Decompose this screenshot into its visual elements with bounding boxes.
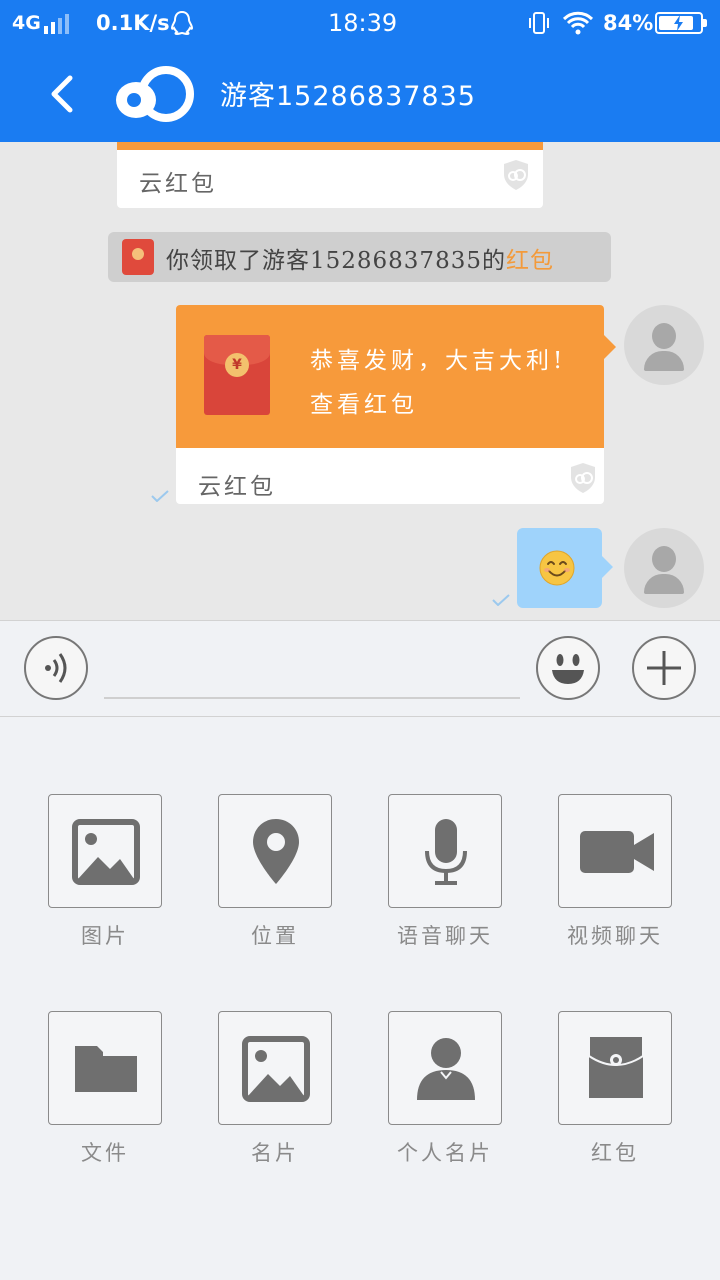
red-packet-icon (588, 1035, 644, 1098)
shield-icon (504, 160, 528, 190)
card-footer-label: 云红包 (139, 171, 217, 197)
red-packet-greeting: 恭喜发财，大吉大利! (310, 348, 567, 374)
view-red-packet-link[interactable]: 查看红包 (310, 385, 418, 419)
red-packet-button[interactable] (558, 1011, 672, 1125)
tool-video-chat[interactable]: 视频聊天 (558, 794, 672, 950)
more-options-button[interactable] (632, 636, 696, 700)
red-packet-message[interactable]: ¥ 恭喜发财，大吉大利! 查看红包 云红包 (176, 305, 604, 504)
sent-check-icon (151, 490, 169, 502)
tool-location[interactable]: 位置 (218, 794, 332, 950)
red-packet-footer-label: 云红包 (198, 474, 276, 500)
tool-file[interactable]: 文件 (48, 1011, 162, 1167)
plus-icon (647, 651, 681, 685)
bubble-tail (604, 335, 616, 359)
input-bar (0, 620, 720, 717)
person-icon (417, 1038, 475, 1100)
business-card-button[interactable] (218, 1011, 332, 1125)
sent-check-icon (492, 594, 510, 606)
tool-voice-chat[interactable]: 语音聊天 (388, 794, 502, 950)
message-input[interactable] (104, 651, 520, 699)
location-button[interactable] (218, 794, 332, 908)
wifi-icon (562, 11, 594, 35)
yuan-coin-icon: ¥ (225, 353, 249, 377)
voice-chat-button[interactable] (388, 794, 502, 908)
network-type: 4G (12, 12, 41, 34)
avatar[interactable] (624, 528, 704, 608)
red-packet-small-icon (122, 239, 154, 275)
smiling-face-icon (539, 550, 575, 586)
personal-card-button[interactable] (388, 1011, 502, 1125)
file-button[interactable] (48, 1011, 162, 1125)
image-icon (242, 1036, 310, 1102)
red-packet-body[interactable]: ¥ 恭喜发财，大吉大利! 查看红包 (176, 305, 604, 448)
message-list[interactable]: 云红包 你领取了游客15286837835的红包 ¥ 恭喜发财，大吉大利! 查看… (0, 142, 720, 620)
avatar[interactable] (624, 305, 704, 385)
signal-icon (44, 12, 80, 34)
network-speed: 0.1K/s (96, 11, 170, 35)
system-notice-text: 你领取了游客15286837835的红包 (166, 248, 554, 274)
tool-label: 视频聊天 (567, 924, 663, 948)
attachment-panel: 图片 位置 语音聊天 视频聊天 文件 名片 个人名片 红包 (0, 717, 720, 1280)
clock: 18:39 (328, 9, 398, 37)
image-icon (72, 819, 140, 885)
red-envelope-icon: ¥ (204, 335, 270, 415)
qq-icon (170, 10, 194, 36)
battery-icon (655, 12, 707, 34)
status-bar: 4G 0.1K/s 18:39 84% (0, 0, 720, 46)
shield-icon (571, 463, 595, 493)
app-logo-icon (116, 66, 194, 122)
folder-icon (75, 1046, 137, 1092)
smiley-icon (552, 654, 584, 684)
red-packet-card-partial[interactable]: 云红包 (117, 142, 543, 208)
location-pin-icon (253, 819, 299, 884)
emoji-button[interactable] (536, 636, 600, 700)
video-chat-button[interactable] (558, 794, 672, 908)
tool-business-card[interactable]: 名片 (218, 1011, 332, 1167)
tool-image[interactable]: 图片 (48, 794, 162, 950)
microphone-icon (425, 819, 467, 885)
tool-label: 红包 (591, 1141, 639, 1165)
tool-personal-card[interactable]: 个人名片 (388, 1011, 502, 1167)
back-button[interactable] (44, 70, 84, 118)
chat-title: 游客15286837835 (220, 81, 476, 112)
voice-input-button[interactable] (24, 636, 88, 700)
tool-red-packet[interactable]: 红包 (558, 1011, 672, 1167)
vibrate-icon (529, 12, 549, 34)
video-camera-icon (580, 831, 654, 873)
top-bar: 4G 0.1K/s 18:39 84% 游客15286837835 (0, 0, 720, 142)
emoji-message[interactable] (517, 528, 613, 608)
system-notice: 你领取了游客15286837835的红包 (108, 232, 611, 282)
voice-wave-icon (45, 653, 67, 683)
system-notice-highlight[interactable]: 红包 (506, 248, 554, 274)
battery-percent: 84% (603, 11, 654, 35)
red-packet-header-strip (117, 142, 543, 150)
image-button[interactable] (48, 794, 162, 908)
